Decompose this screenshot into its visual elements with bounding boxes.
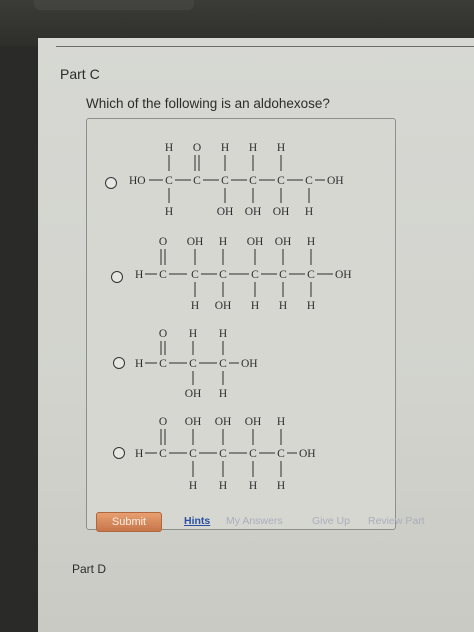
- atom-label: HO: [129, 175, 146, 187]
- divider: [56, 46, 474, 47]
- radio-button-option-2[interactable]: [111, 271, 123, 283]
- submit-button[interactable]: Submit: [96, 512, 162, 532]
- answer-option-1[interactable]: H O H H H HO C C C C C C OH H OH OH OH H: [87, 137, 395, 223]
- give-up-link[interactable]: Give Up: [312, 515, 350, 527]
- atom-label: H: [219, 480, 227, 492]
- atom-label: C: [277, 175, 285, 187]
- hints-link[interactable]: Hints: [184, 515, 210, 527]
- review-part-link[interactable]: Review Part: [368, 515, 425, 527]
- my-answers-link[interactable]: My Answers: [226, 515, 283, 527]
- atom-label: H: [135, 448, 143, 460]
- answer-options: H O H H H HO C C C C C C OH H OH OH OH H…: [86, 118, 396, 530]
- atom-label: H: [165, 206, 173, 218]
- answer-actions: Submit Hints My Answers Give Up Review P…: [96, 512, 474, 532]
- atom-label: C: [305, 175, 313, 187]
- part-d-heading: Part D: [72, 562, 107, 576]
- atom-label: C: [249, 448, 257, 460]
- answer-option-3[interactable]: O H H H C C C OH OH H: [87, 325, 395, 405]
- atom-label: H: [251, 300, 259, 312]
- atom-label: C: [251, 269, 259, 281]
- atom-label: O: [159, 416, 167, 428]
- atom-label: C: [159, 269, 167, 281]
- atom-label: H: [277, 142, 285, 154]
- atom-label: C: [249, 175, 257, 187]
- atom-label: H: [249, 480, 257, 492]
- atom-label: C: [277, 448, 285, 460]
- atom-label: H: [307, 300, 315, 312]
- atom-label: C: [189, 358, 197, 370]
- atom-label: C: [189, 448, 197, 460]
- atom-label: C: [279, 269, 287, 281]
- question-text: Which of the following is an aldohexose?: [86, 96, 330, 111]
- atom-label: O: [193, 142, 201, 154]
- atom-label: C: [193, 175, 201, 187]
- browser-tab[interactable]: [34, 0, 194, 10]
- answer-option-2[interactable]: O OH H OH OH H H C C C C C C OH H OH H H…: [87, 231, 395, 319]
- atom-label: C: [165, 175, 173, 187]
- atom-label: C: [221, 175, 229, 187]
- structure-option-1: H O H H H HO C C C C C C OH H OH OH OH H: [129, 142, 344, 218]
- atom-label: H: [219, 388, 227, 400]
- atom-label: H: [189, 480, 197, 492]
- radio-button-option-1[interactable]: [105, 177, 117, 189]
- atom-label: C: [219, 358, 227, 370]
- atom-label: OH: [245, 416, 262, 428]
- atom-label: OH: [245, 206, 262, 218]
- atom-label: OH: [275, 236, 292, 248]
- atom-label: OH: [185, 388, 202, 400]
- structure-option-3: O H H H C C C OH OH H: [135, 328, 258, 400]
- answer-option-4[interactable]: O OH OH OH H H C C C C C OH H H H H: [87, 413, 395, 497]
- atom-label: H: [249, 142, 257, 154]
- atom-label: H: [305, 206, 313, 218]
- atom-label: C: [219, 448, 227, 460]
- atom-label: OH: [299, 448, 316, 460]
- atom-label: H: [219, 328, 227, 340]
- atom-label: OH: [185, 416, 202, 428]
- atom-label: H: [307, 236, 315, 248]
- atom-label: O: [159, 236, 167, 248]
- atom-label: H: [219, 236, 227, 248]
- atom-label: OH: [187, 236, 204, 248]
- atom-label: O: [159, 328, 167, 340]
- atom-label: C: [191, 269, 199, 281]
- atom-label: OH: [241, 358, 258, 370]
- structure-option-4: O OH OH OH H H C C C C C OH H H H H: [135, 416, 316, 492]
- atom-label: OH: [327, 175, 344, 187]
- atom-label: C: [159, 358, 167, 370]
- atom-label: C: [159, 448, 167, 460]
- atom-label: OH: [247, 236, 264, 248]
- atom-label: C: [219, 269, 227, 281]
- atom-label: C: [307, 269, 315, 281]
- atom-label: H: [277, 416, 285, 428]
- radio-button-option-4[interactable]: [113, 447, 125, 459]
- atom-label: H: [165, 142, 173, 154]
- atom-label: OH: [215, 416, 232, 428]
- atom-label: H: [189, 328, 197, 340]
- atom-label: H: [135, 269, 143, 281]
- atom-label: OH: [217, 206, 234, 218]
- atom-label: H: [279, 300, 287, 312]
- atom-label: H: [221, 142, 229, 154]
- atom-label: H: [135, 358, 143, 370]
- atom-label: H: [277, 480, 285, 492]
- question-page: Part C Which of the following is an aldo…: [38, 38, 474, 632]
- structure-option-2: O OH H OH OH H H C C C C C C OH H OH H H…: [135, 236, 352, 312]
- atom-label: OH: [273, 206, 290, 218]
- atom-label: H: [191, 300, 199, 312]
- part-c-heading: Part C: [60, 66, 100, 82]
- radio-button-option-3[interactable]: [113, 357, 125, 369]
- atom-label: OH: [335, 269, 352, 281]
- atom-label: OH: [215, 300, 232, 312]
